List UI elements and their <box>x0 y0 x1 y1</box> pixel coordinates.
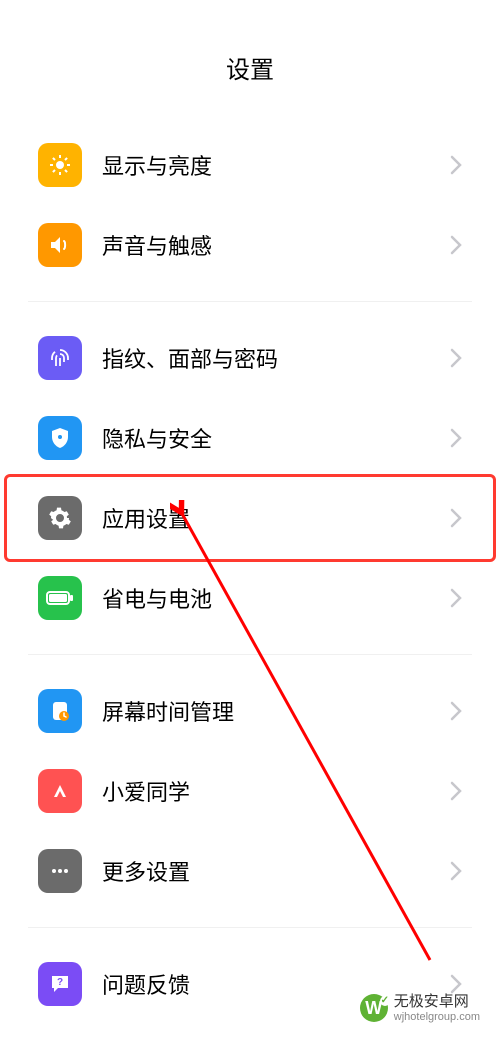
more-icon <box>38 849 82 893</box>
svg-text:?: ? <box>57 977 63 988</box>
group-1: 指纹、面部与密码 隐私与安全 应用设置 省电与电池 <box>0 318 500 638</box>
brightness-icon <box>38 143 82 187</box>
divider <box>28 927 472 928</box>
divider <box>28 654 472 655</box>
chevron-right-icon <box>450 235 462 255</box>
settings-item-display[interactable]: 显示与亮度 <box>28 125 472 205</box>
xiaoai-icon <box>38 769 82 813</box>
fingerprint-icon <box>38 336 82 380</box>
watermark-url: wjhotelgroup.com <box>394 1011 480 1024</box>
chevron-right-icon <box>450 781 462 801</box>
feedback-icon: ? <box>38 962 82 1006</box>
item-label: 应用设置 <box>102 502 450 534</box>
item-label: 屏幕时间管理 <box>102 695 450 727</box>
group-0: 显示与亮度 声音与触感 <box>0 125 500 285</box>
chevron-right-icon <box>450 428 462 448</box>
watermark-logo: W <box>360 994 388 1022</box>
chevron-right-icon <box>450 861 462 881</box>
settings-item-xiaoai[interactable]: 小爱同学 <box>28 751 472 831</box>
chevron-right-icon <box>450 155 462 175</box>
divider <box>28 301 472 302</box>
group-2: 屏幕时间管理 小爱同学 更多设置 <box>0 671 500 911</box>
gear-icon <box>38 496 82 540</box>
item-label: 小爱同学 <box>102 775 450 807</box>
item-label: 声音与触感 <box>102 229 450 261</box>
page-title: 设置 <box>0 0 500 125</box>
chevron-right-icon <box>450 508 462 528</box>
settings-item-more[interactable]: 更多设置 <box>28 831 472 911</box>
settings-item-battery[interactable]: 省电与电池 <box>28 558 472 638</box>
shield-icon <box>38 416 82 460</box>
battery-icon <box>38 576 82 620</box>
screentime-icon <box>38 689 82 733</box>
settings-item-privacy[interactable]: 隐私与安全 <box>28 398 472 478</box>
chevron-right-icon <box>450 974 462 994</box>
settings-item-apps[interactable]: 应用设置 <box>28 478 472 558</box>
item-label: 指纹、面部与密码 <box>102 342 450 374</box>
watermark-brand: 无极安卓网 <box>394 993 480 1011</box>
item-label: 更多设置 <box>102 855 450 887</box>
settings-item-sound[interactable]: 声音与触感 <box>28 205 472 285</box>
chevron-right-icon <box>450 348 462 368</box>
settings-item-screentime[interactable]: 屏幕时间管理 <box>28 671 472 751</box>
item-label: 省电与电池 <box>102 582 450 614</box>
item-label: 隐私与安全 <box>102 422 450 454</box>
sound-icon <box>38 223 82 267</box>
settings-item-biometrics[interactable]: 指纹、面部与密码 <box>28 318 472 398</box>
watermark: W 无极安卓网 wjhotelgroup.com <box>360 993 480 1024</box>
chevron-right-icon <box>450 701 462 721</box>
item-label: 显示与亮度 <box>102 149 450 181</box>
chevron-right-icon <box>450 588 462 608</box>
